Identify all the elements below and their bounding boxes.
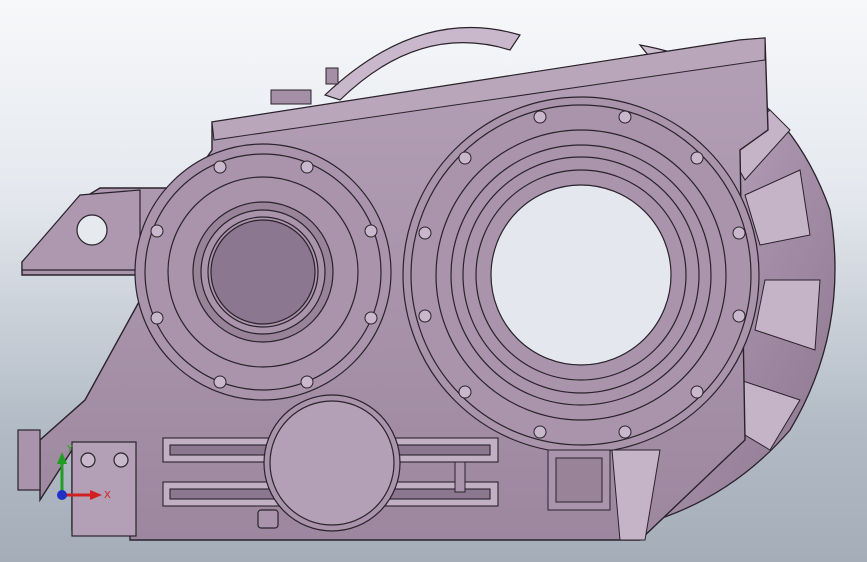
- y-axis-arrow: [57, 452, 67, 464]
- right-bearing-housing: [402, 96, 760, 454]
- gearbox-housing-model[interactable]: [0, 0, 867, 562]
- x-axis-label: X: [104, 490, 111, 501]
- graphics-viewport[interactable]: Y X: [0, 0, 867, 562]
- y-axis-label: Y: [66, 444, 74, 455]
- left-bearing-housing: [134, 143, 392, 401]
- left-mounting-lug: [21, 189, 141, 271]
- coordinate-triad: Y X: [57, 444, 111, 501]
- x-axis-arrow: [90, 490, 102, 500]
- z-axis-dot: [57, 490, 67, 500]
